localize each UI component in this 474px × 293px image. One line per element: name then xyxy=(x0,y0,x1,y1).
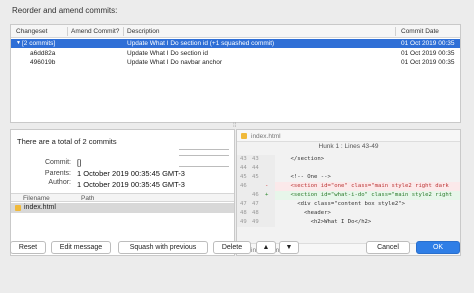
column-header-amend[interactable]: Amend Commit? xyxy=(71,28,119,35)
diff-sign: - xyxy=(265,183,269,189)
diff-line-text: <!-- One --> xyxy=(277,174,331,180)
commit-value: [] xyxy=(77,158,82,167)
diff-line-text: <h2>What I Do</h2> xyxy=(277,219,372,225)
description-cell: Update What I Do section id (+1 squashed… xyxy=(127,40,275,47)
diff-file-name: index.html xyxy=(251,133,281,140)
date-cell: 01 Oct 2019 00:35 xyxy=(401,59,455,66)
author-label: Author: xyxy=(48,179,71,186)
column-divider[interactable] xyxy=(395,27,396,36)
description-cell: Update What I Do navbar anchor xyxy=(127,59,223,66)
old-line-number: 43 xyxy=(240,156,247,162)
column-divider[interactable] xyxy=(67,27,68,36)
new-line-number: 45 xyxy=(252,174,259,180)
ok-button[interactable]: OK xyxy=(416,241,460,254)
old-line-number: 47 xyxy=(240,201,247,207)
old-line-number: 45 xyxy=(240,174,247,180)
column-header-date[interactable]: Commit Date xyxy=(401,28,439,35)
diff-pane: index.html Hunk 1 : Lines 43-49 43 43 </s… xyxy=(236,129,461,256)
column-header-description[interactable]: Description xyxy=(127,28,160,35)
html-file-icon xyxy=(15,205,21,211)
html-file-icon xyxy=(241,133,247,139)
date-cell: 01 Oct 2019 00:35 xyxy=(401,40,455,47)
file-list-item[interactable]: index.html xyxy=(11,203,234,213)
disclosure-triangle-icon[interactable]: ▼ xyxy=(16,40,21,46)
new-line-number: 46 xyxy=(252,192,259,198)
diff-line: 46 + <section id="what-i-do" class="main … xyxy=(237,191,460,200)
diff-file-header: index.html xyxy=(237,130,460,142)
diff-line-text: <section id="one" class="main style2 rig… xyxy=(277,183,449,189)
file-name: index.html xyxy=(24,204,56,211)
column-header-filename[interactable]: Filename xyxy=(23,195,50,202)
description-cell: Update What I Do section id xyxy=(127,50,208,57)
diff-line: 45 45 <!-- One --> xyxy=(237,173,460,182)
splitter-handle[interactable]: ⁞⁞ xyxy=(233,123,239,129)
commit-total-label: There are a total of 2 commits xyxy=(17,137,117,146)
delete-button[interactable]: Delete xyxy=(213,241,251,254)
new-line-number: 48 xyxy=(252,210,259,216)
diff-line-text: </section> xyxy=(277,156,325,162)
dialog-heading: Reorder and amend commits: xyxy=(12,6,118,15)
changeset-cell: 496019b xyxy=(30,59,56,66)
diff-line-text: <section id="what-i-do" class="main styl… xyxy=(277,192,453,198)
diff-line-text: <header> xyxy=(277,210,331,216)
edit-message-button[interactable]: Edit message xyxy=(51,241,111,254)
table-row[interactable]: a6dd82a Update What I Do section id 01 O… xyxy=(11,49,460,58)
column-divider[interactable] xyxy=(123,27,124,36)
old-line-number: 48 xyxy=(240,210,247,216)
author-value: 1 October 2019 00:35:45 GMT-3 xyxy=(77,180,185,189)
table-row[interactable]: 496019b Update What I Do navbar anchor 0… xyxy=(11,58,460,67)
diff-line-text: <div class="content box style2"> xyxy=(277,201,405,207)
changeset-cell: [2 commits] xyxy=(22,40,56,47)
new-line-number: 47 xyxy=(252,201,259,207)
squash-with-previous-button[interactable]: Squash with previous xyxy=(118,241,208,254)
divider xyxy=(179,149,229,150)
move-up-button[interactable]: ▲ xyxy=(256,241,276,254)
new-line-number: 43 xyxy=(252,156,259,162)
new-line-number: 44 xyxy=(252,165,259,171)
commit-label: Commit: xyxy=(44,159,71,166)
table-row[interactable]: ▼ [2 commits] Update What I Do section i… xyxy=(11,39,460,48)
parents-label: Parents: xyxy=(44,170,71,177)
files-table-header: Filename Path xyxy=(11,193,234,202)
diff-line: 49 49 <h2>What I Do</h2> xyxy=(237,218,460,227)
table-header: Changeset Amend Commit? Description Comm… xyxy=(11,25,460,38)
column-header-changeset[interactable]: Changeset xyxy=(16,28,47,35)
diff-line: 43 43 </section> xyxy=(237,155,460,164)
hunk-header: Hunk 1 : Lines 43-49 xyxy=(318,143,379,150)
parents-value: 1 October 2019 00:35:45 GMT-3 xyxy=(77,169,185,178)
date-cell: 01 Oct 2019 00:35 xyxy=(401,50,455,57)
old-line-number: 46 xyxy=(240,183,247,189)
diff-line: 47 47 <div class="content box style2"> xyxy=(237,200,460,209)
old-line-number: 49 xyxy=(240,219,247,225)
divider xyxy=(179,155,229,156)
column-header-path[interactable]: Path xyxy=(81,195,94,202)
old-line-number: 44 xyxy=(240,165,247,171)
reset-button[interactable]: Reset xyxy=(10,241,46,254)
divider xyxy=(179,166,229,167)
commit-details-pane: There are a total of 2 commits Commit: [… xyxy=(10,129,235,256)
move-down-button[interactable]: ▼ xyxy=(279,241,299,254)
diff-line: 44 44 xyxy=(237,164,460,173)
cancel-button[interactable]: Cancel xyxy=(366,241,410,254)
diff-line: 46 - <section id="one" class="main style2… xyxy=(237,182,460,191)
commits-table[interactable]: Changeset Amend Commit? Description Comm… xyxy=(10,24,461,123)
diff-line: 48 48 <header> xyxy=(237,209,460,218)
diff-sign: + xyxy=(265,192,269,198)
changeset-cell: a6dd82a xyxy=(30,50,56,57)
new-line-number: 49 xyxy=(252,219,259,225)
